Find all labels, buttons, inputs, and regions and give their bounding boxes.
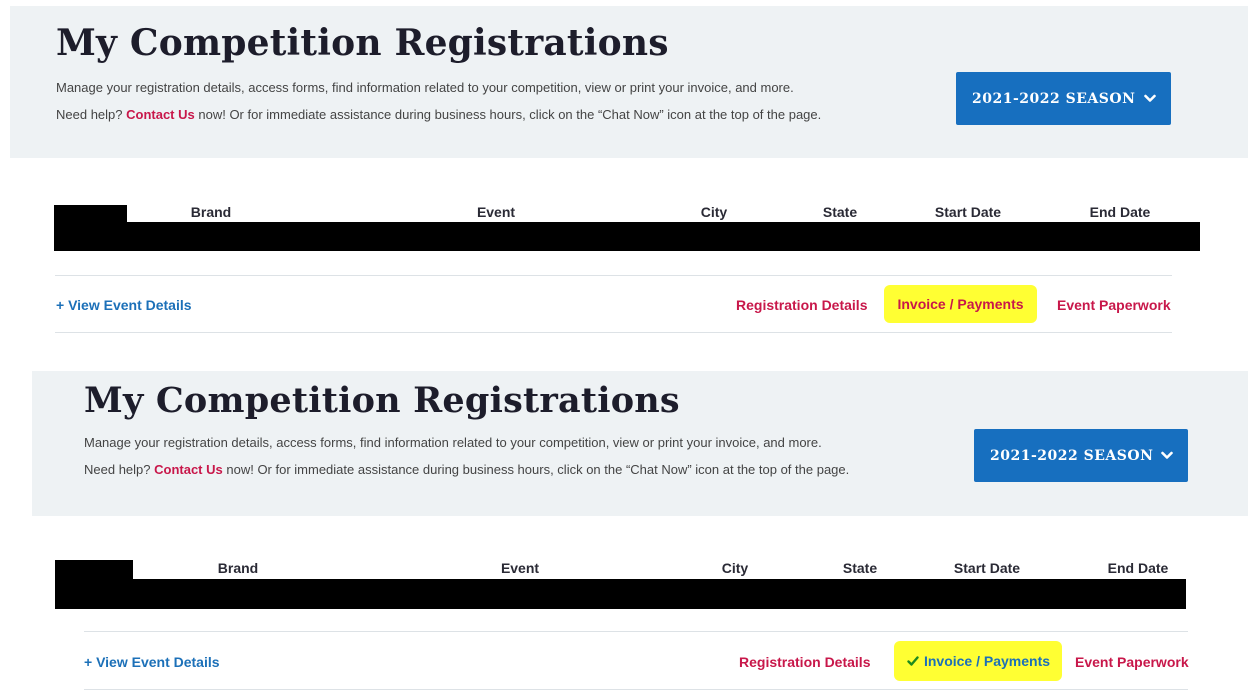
invoice-payments-label: Invoice / Payments <box>897 296 1024 312</box>
row-divider <box>55 332 1172 333</box>
contact-us-link[interactable]: Contact Us <box>126 107 195 122</box>
column-header-end-date: End Date <box>1089 204 1151 220</box>
registration-details-link[interactable]: Registration Details <box>736 297 867 313</box>
page-title: My Competition Registrations <box>56 22 669 64</box>
panel-separator <box>0 343 1248 371</box>
invoice-payments-link[interactable]: Invoice / Payments <box>884 285 1037 323</box>
row-divider <box>84 631 1188 632</box>
column-header-event: Event <box>500 560 540 576</box>
column-header-brand: Brand <box>217 560 259 576</box>
invoice-payments-label: Invoice / Payments <box>923 653 1051 669</box>
row-divider <box>55 275 1172 276</box>
description-line-1: Manage your registration details, access… <box>56 80 794 95</box>
column-header-state: State <box>842 560 878 576</box>
row-divider <box>84 689 1188 690</box>
season-dropdown[interactable]: 2021-2022 SEASON <box>974 429 1188 482</box>
column-header-end-date: End Date <box>1107 560 1169 576</box>
description-line-1: Manage your registration details, access… <box>84 435 822 450</box>
season-label: 2021-2022 SEASON <box>990 447 1154 464</box>
column-header-event: Event <box>476 204 516 220</box>
chevron-down-icon <box>1143 92 1157 106</box>
season-dropdown[interactable]: 2021-2022 SEASON <box>956 72 1171 125</box>
page-description: Manage your registration details, access… <box>84 429 849 483</box>
column-header-brand: Brand <box>190 204 232 220</box>
view-event-details-link[interactable]: + View Event Details <box>56 297 192 313</box>
registrations-card <box>10 160 1222 343</box>
registrations-panel-1: My Competition Registrations Manage your… <box>0 0 1248 343</box>
invoice-payments-link[interactable]: Invoice / Payments <box>894 641 1062 681</box>
description-line-2: Need help? Contact Us now! Or for immedi… <box>56 101 821 128</box>
help-suffix: now! Or for immediate assistance during … <box>226 462 850 477</box>
help-prefix: Need help? <box>84 462 151 477</box>
help-prefix: Need help? <box>56 107 123 122</box>
event-paperwork-link[interactable]: Event Paperwork <box>1075 654 1189 670</box>
registrations-panel-2: My Competition Registrations Manage your… <box>0 371 1248 700</box>
registration-details-link[interactable]: Registration Details <box>739 654 870 670</box>
season-label: 2021-2022 SEASON <box>972 90 1136 107</box>
page-description: Manage your registration details, access… <box>56 74 821 128</box>
chevron-down-icon <box>1160 449 1174 463</box>
redacted-row <box>54 222 1200 251</box>
column-header-start-date: Start Date <box>934 204 1002 220</box>
help-suffix: now! Or for immediate assistance during … <box>198 107 822 122</box>
column-header-city: City <box>721 560 749 576</box>
redacted-block <box>55 560 133 580</box>
column-header-start-date: Start Date <box>953 560 1021 576</box>
redacted-row <box>55 579 1186 609</box>
checkmark-icon <box>906 654 920 668</box>
view-event-details-link[interactable]: + View Event Details <box>84 654 220 670</box>
page-title: My Competition Registrations <box>84 380 680 421</box>
column-header-state: State <box>822 204 858 220</box>
column-header-city: City <box>700 204 728 220</box>
description-line-2: Need help? Contact Us now! Or for immedi… <box>84 456 849 483</box>
event-paperwork-link[interactable]: Event Paperwork <box>1057 297 1171 313</box>
contact-us-link[interactable]: Contact Us <box>154 462 223 477</box>
